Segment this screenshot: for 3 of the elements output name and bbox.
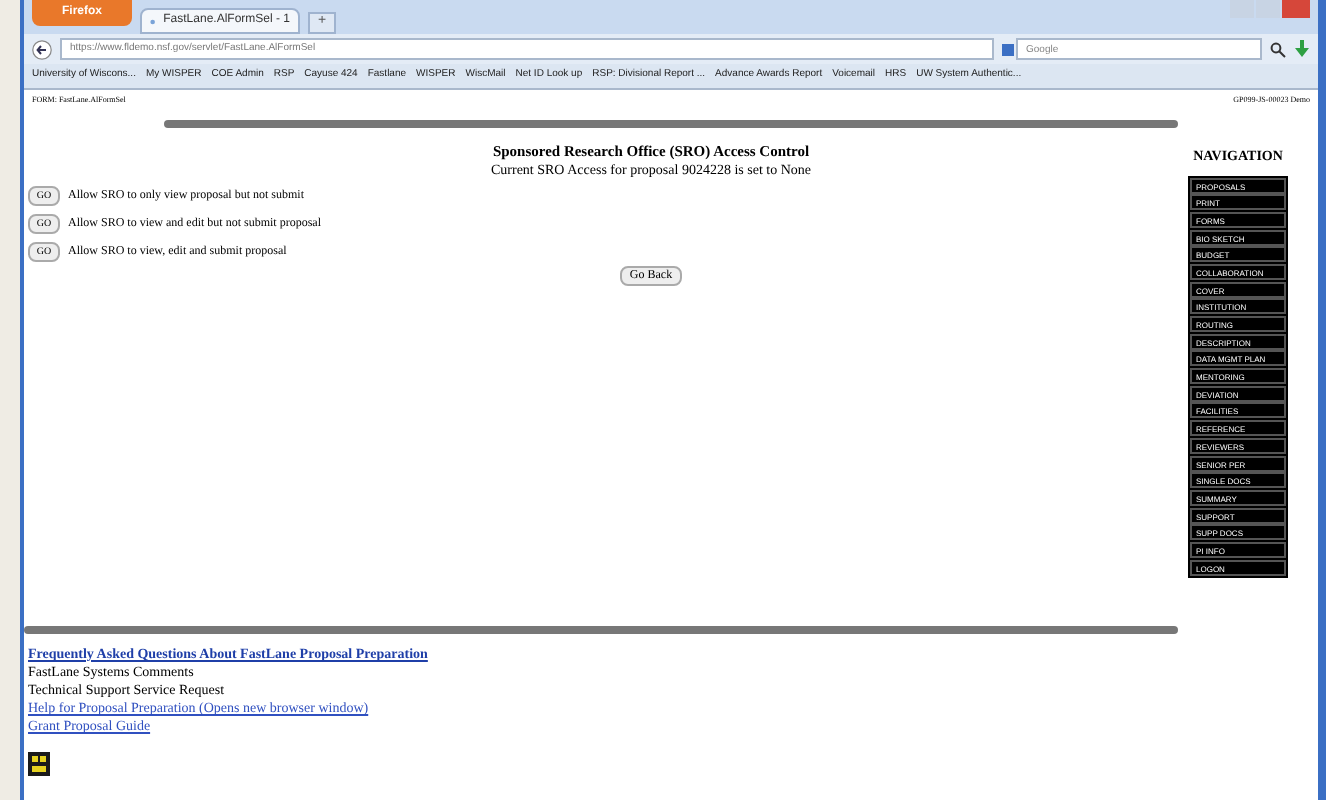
- back-icon[interactable]: [32, 39, 52, 59]
- search-icon[interactable]: [1270, 41, 1286, 57]
- download-icon[interactable]: [1294, 40, 1310, 58]
